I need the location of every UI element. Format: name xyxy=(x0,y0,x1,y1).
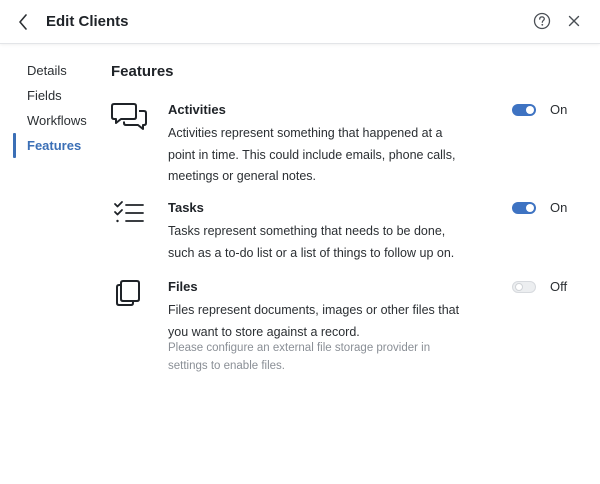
header-bar: Edit Clients xyxy=(0,0,600,44)
close-icon xyxy=(568,15,580,27)
activities-toggle[interactable] xyxy=(512,104,536,116)
files-toggle[interactable] xyxy=(512,281,536,293)
feature-note: Please configure an external file storag… xyxy=(168,342,431,372)
toggle-label: On xyxy=(550,102,568,117)
toggle-knob xyxy=(526,204,534,212)
close-button[interactable] xyxy=(564,11,584,31)
sidebar-item-features[interactable]: Features xyxy=(0,133,100,158)
sidebar-item-details[interactable]: Details xyxy=(0,58,100,83)
section-title: Features xyxy=(111,63,174,80)
toggle-label: On xyxy=(550,200,568,215)
help-icon xyxy=(533,12,551,30)
feature-name: Tasks xyxy=(168,200,204,215)
toggle-knob xyxy=(515,283,523,291)
sidebar-item-fields[interactable]: Fields xyxy=(0,83,100,108)
sidebar-item-workflows[interactable]: Workflows xyxy=(0,108,100,133)
help-button[interactable] xyxy=(532,11,552,31)
feature-activities: Activities Activities represent somethin… xyxy=(111,102,581,183)
toggle-label: Off xyxy=(550,279,568,294)
chevron-left-icon xyxy=(19,14,27,30)
feature-description: Files represent documents, images or oth… xyxy=(168,303,460,339)
feature-tasks: Tasks Tasks represent something that nee… xyxy=(111,200,581,260)
chat-bubbles-icon xyxy=(111,102,149,136)
feature-description: Activities represent something that happ… xyxy=(168,126,456,183)
feature-files: Files Files represent documents, images … xyxy=(111,279,581,379)
page-title: Edit Clients xyxy=(46,13,129,30)
back-button[interactable] xyxy=(12,11,34,33)
files-icon xyxy=(111,279,149,313)
checklist-icon xyxy=(111,200,149,234)
feature-name: Files xyxy=(168,279,198,294)
tasks-toggle[interactable] xyxy=(512,202,536,214)
feature-name: Activities xyxy=(168,102,226,117)
toggle-knob xyxy=(526,106,534,114)
sidebar-nav: Details Fields Workflows Features xyxy=(0,58,100,158)
feature-description: Tasks represent something that needs to … xyxy=(168,224,455,260)
